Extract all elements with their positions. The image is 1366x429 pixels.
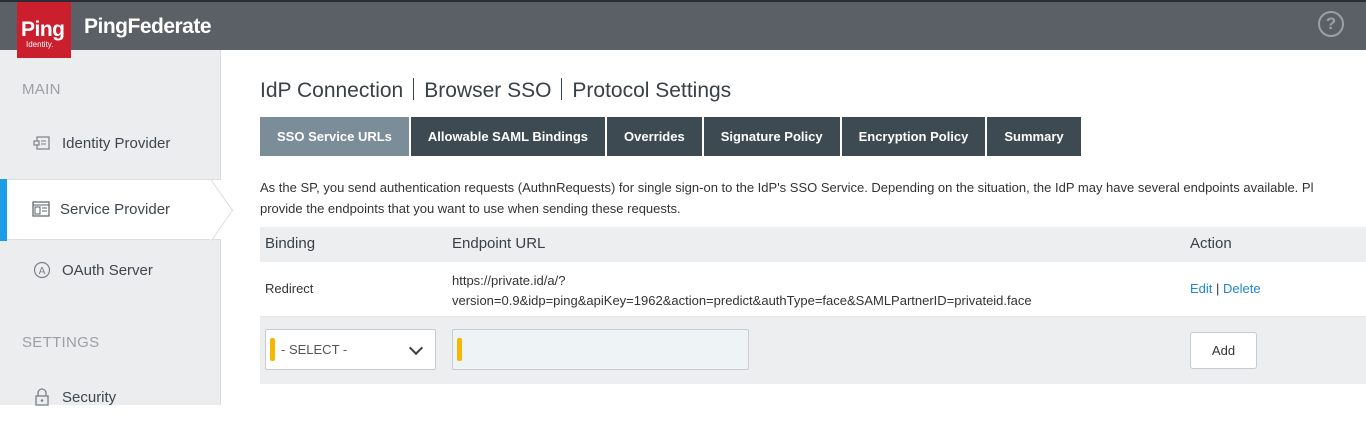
identity-provider-icon: [33, 134, 51, 152]
table-header: Binding Endpoint URL Action: [260, 227, 1366, 262]
ping-logo[interactable]: Ping Identity.: [17, 2, 71, 58]
product-name: PingFederate: [84, 15, 212, 38]
sidebar-item-label: Security: [62, 389, 117, 406]
binding-value: Redirect: [265, 281, 314, 296]
endpoint-url-input[interactable]: [452, 329, 749, 370]
new-endpoint-row: - SELECT - Add: [260, 317, 1366, 384]
page-description: As the SP, you send authentication reque…: [260, 177, 1366, 219]
sidebar-item-identity-provider[interactable]: Identity Provider: [0, 114, 221, 175]
tab-overrides[interactable]: Overrides: [607, 117, 704, 156]
sidebar-item-label: Service Provider: [60, 201, 171, 218]
breadcrumb: IdP Connection Browser SSO Protocol Settin…: [260, 78, 731, 103]
tab-bar: SSO Service URLs Allowable SAML Bindings…: [260, 117, 1083, 156]
endpoint-url-line: https://private.id/a/?: [452, 273, 566, 288]
breadcrumb-item: Protocol Settings: [572, 79, 732, 102]
tab-sso-service-urls[interactable]: SSO Service URLs: [260, 117, 411, 156]
column-header-binding: Binding: [265, 235, 316, 252]
required-indicator: [457, 338, 462, 361]
chevron-down-icon: [408, 340, 424, 356]
add-button[interactable]: Add: [1190, 332, 1257, 369]
description-line: As the SP, you send authentication reque…: [260, 180, 1314, 195]
help-icon[interactable]: ?: [1318, 11, 1344, 37]
section-title-main: MAIN: [22, 81, 61, 98]
tab-signature-policy[interactable]: Signature Policy: [703, 117, 842, 156]
table-row: Redirect https://private.id/a/? version=…: [260, 262, 1366, 317]
oauth-icon: A: [33, 261, 51, 279]
required-indicator: [270, 338, 275, 361]
logo-text: Ping: [21, 18, 65, 41]
service-provider-icon: [32, 200, 50, 218]
svg-text:A: A: [39, 266, 46, 277]
breadcrumb-separator: [413, 78, 415, 100]
breadcrumb-item: IdP Connection: [260, 79, 404, 102]
action-separator: |: [1216, 281, 1220, 296]
sidebar-item-service-provider[interactable]: Service Provider: [0, 179, 221, 241]
endpoint-url-line: version=0.9&idp=ping&apiKey=1962&action=…: [452, 293, 1032, 308]
top-bar: Ping Identity. PingFederate ?: [0, 0, 1366, 58]
sidebar-item-security[interactable]: Security: [0, 368, 221, 429]
logo-subtext: Identity.: [26, 40, 54, 49]
main-content: IdP Connection Browser SSO Protocol Settin…: [221, 50, 1366, 405]
tab-summary[interactable]: Summary: [987, 117, 1083, 156]
tab-encryption-policy[interactable]: Encryption Policy: [841, 117, 988, 156]
sidebar-item-label: Identity Provider: [62, 135, 171, 152]
sidebar: MAIN Identity Provider Service Provider …: [0, 50, 221, 406]
binding-select-value: - SELECT -: [281, 342, 348, 357]
lock-icon: [33, 388, 51, 406]
delete-link[interactable]: Delete: [1223, 281, 1261, 296]
endpoints-table: Binding Endpoint URL Action Redirect htt…: [260, 227, 1366, 384]
row-actions: Edit | Delete: [1190, 281, 1261, 296]
column-header-endpoint-url: Endpoint URL: [452, 235, 546, 252]
tab-allowable-saml-bindings[interactable]: Allowable SAML Bindings: [410, 117, 607, 156]
section-title-settings: SETTINGS: [22, 334, 100, 351]
edit-link[interactable]: Edit: [1190, 281, 1212, 296]
sidebar-item-label: OAuth Server: [62, 262, 153, 279]
sidebar-item-oauth-server[interactable]: A OAuth Server: [0, 241, 221, 302]
breadcrumb-item: Browser SSO: [424, 79, 552, 102]
column-header-action: Action: [1190, 235, 1232, 252]
binding-select[interactable]: - SELECT -: [265, 329, 436, 370]
breadcrumb-separator: [561, 78, 563, 100]
endpoint-url-value: https://private.id/a/? version=0.9&idp=p…: [452, 271, 1032, 311]
description-line: provide the endpoints that you want to u…: [260, 201, 681, 216]
